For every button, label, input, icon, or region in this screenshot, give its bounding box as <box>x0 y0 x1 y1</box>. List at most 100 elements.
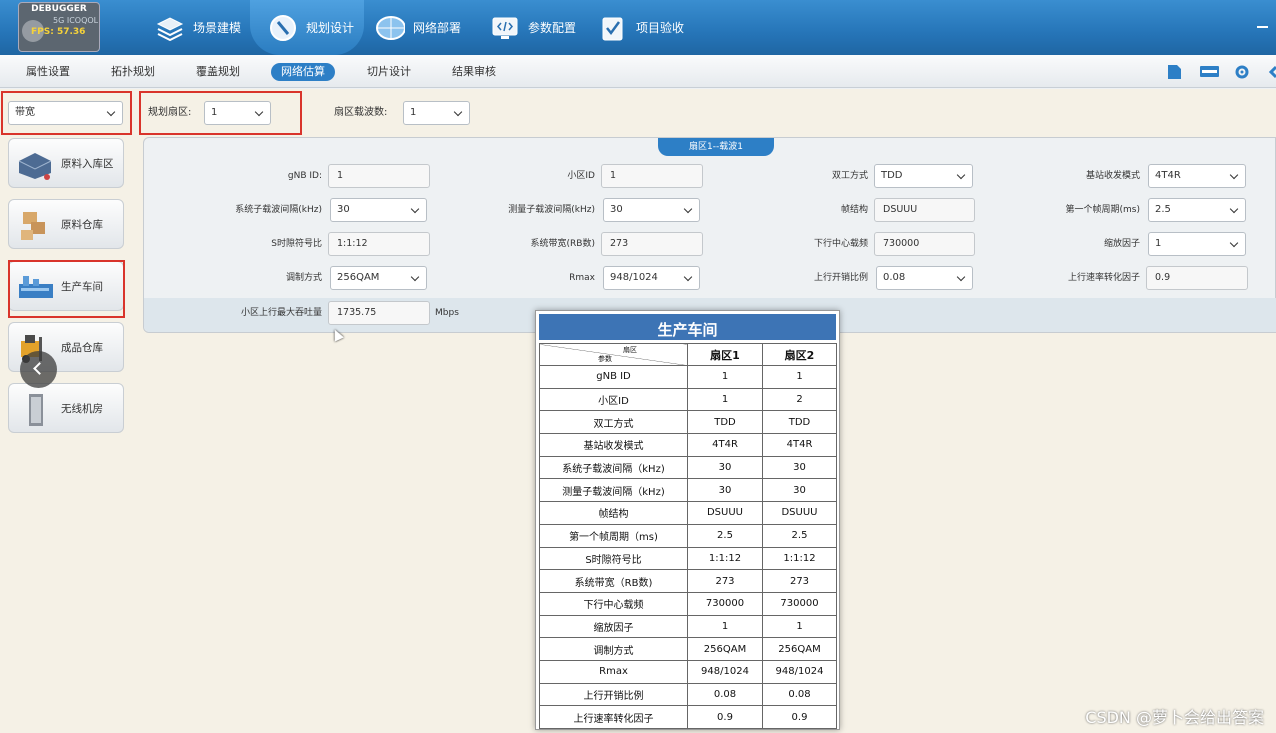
tab-label: 规划设计 <box>306 21 355 35</box>
ul-overhead-select[interactable]: 0.08 <box>876 266 973 290</box>
document-icon[interactable] <box>1166 65 1182 79</box>
param-value-cell: 30 <box>687 478 763 503</box>
highlight-box <box>8 260 125 318</box>
chevron-down-icon <box>1229 204 1239 214</box>
table-row: 第一个帧周期（ms) 2.5 2.5 <box>539 523 837 548</box>
param-value-cell: 730000 <box>762 591 837 616</box>
param-name-cell: 调制方式 <box>539 637 688 661</box>
tab-param-config[interactable]: 参数配置 <box>490 0 576 55</box>
previous-button[interactable] <box>20 351 57 388</box>
ssym-label: S时隙符号比 <box>271 239 322 249</box>
dl-freq-field[interactable]: 730000 <box>874 232 975 256</box>
modulation-select[interactable]: 256QAM <box>330 266 427 290</box>
chevron-down-icon <box>956 170 966 180</box>
chevron-down-icon <box>683 272 693 282</box>
param-value-cell: 1 <box>762 614 837 639</box>
subtab-coverage[interactable]: 覆盖规划 <box>196 63 240 81</box>
param-value-cell: 4T4R <box>762 433 837 457</box>
tab-label: 项目验收 <box>636 21 685 35</box>
carrier-value: 1 <box>410 107 417 118</box>
scale-select[interactable]: 1 <box>1148 232 1246 256</box>
cell-id-field[interactable]: 1 <box>601 164 703 188</box>
scs-select[interactable]: 30 <box>330 198 427 222</box>
column-header: 扇区2 <box>762 343 837 366</box>
gnb-id-field[interactable]: 1 <box>328 164 430 188</box>
param-value-cell: 948/1024 <box>762 659 837 684</box>
table-row: 系统子载波间隔（kHz) 30 30 <box>539 455 837 480</box>
duplex-select[interactable]: TDD <box>874 164 973 188</box>
menu-icon[interactable] <box>1257 26 1268 28</box>
bandwidth-rb-field[interactable]: 273 <box>601 232 703 256</box>
frame-field[interactable]: DSUUU <box>874 198 975 222</box>
subtab-topology[interactable]: 拓扑规划 <box>111 63 155 81</box>
globe-icon <box>375 14 405 42</box>
tab-scene-modeling[interactable]: 场景建模 <box>155 0 241 55</box>
scale-label: 缩放因子 <box>1103 239 1140 249</box>
chevron-down-icon <box>956 272 966 282</box>
mscs-select[interactable]: 30 <box>603 198 700 222</box>
table-row: 测量子载波间隔（kHz) 30 30 <box>539 478 837 503</box>
rmax-select[interactable]: 948/1024 <box>603 266 700 290</box>
param-value-cell: TDD <box>687 410 763 435</box>
param-name-cell: 缩放因子 <box>539 614 688 639</box>
check-icon <box>598 14 628 42</box>
param-value-cell: 273 <box>687 569 763 593</box>
sidebar-item-label: 原料入库区 <box>61 158 114 170</box>
ul-max-throughput-label: 小区上行最大吞吐量 <box>240 308 322 318</box>
server-icon <box>29 394 43 426</box>
param-value-cell: 1 <box>687 365 763 389</box>
param-value-cell: 1 <box>687 387 763 412</box>
param-name-cell: Rmax <box>539 659 688 684</box>
ul-conversion-label: 上行速率转化因子 <box>1067 273 1140 283</box>
param-value-cell: 4T4R <box>687 433 763 457</box>
param-value-cell: 1:1:12 <box>762 546 837 571</box>
period-select[interactable]: 2.5 <box>1148 198 1246 222</box>
subtab-slice-design[interactable]: 切片设计 <box>367 63 411 81</box>
ul-conversion-field[interactable]: 0.9 <box>1146 266 1248 290</box>
fps-readout: FPS: 57.36 <box>31 27 86 37</box>
subtab-properties[interactable]: 属性设置 <box>26 63 70 81</box>
scs-label: 系统子载波间隔(kHz) <box>235 205 322 215</box>
debugger-title: DEBUGGER <box>31 4 87 14</box>
sidebar-item-raw-intake[interactable]: 原料入库区 <box>8 138 124 188</box>
subtab-result-review[interactable]: 结果审核 <box>452 63 496 81</box>
unit-label: Mbps <box>435 308 459 318</box>
table-row: 上行速率转化因子 0.9 0.9 <box>539 705 837 729</box>
sidebar-item-wireless-room[interactable]: 无线机房 <box>8 383 124 433</box>
table-corner-cell: 扇区 参数 <box>539 343 688 366</box>
carrier-select[interactable]: 1 <box>403 101 470 125</box>
dl-freq-label: 下行中心载频 <box>813 239 868 249</box>
param-name-cell: 系统带宽（RB数) <box>539 569 688 593</box>
corner-top-label: 扇区 <box>623 346 637 354</box>
sidebar-item-raw-warehouse[interactable]: 原料仓库 <box>8 199 124 249</box>
param-value-cell: 0.08 <box>762 682 837 707</box>
mscs-label: 测量子载波间隔(kHz) <box>508 205 595 215</box>
table-row: 小区ID 1 2 <box>539 387 837 412</box>
param-name-cell: 上行速率转化因子 <box>539 705 688 729</box>
sub-navigation-bar: 属性设置 拓扑规划 覆盖规划 网络估算 切片设计 结果审核 <box>0 55 1276 88</box>
tab-project-acceptance[interactable]: 项目验收 <box>598 0 684 55</box>
chevron-left-icon <box>33 362 46 375</box>
param-value-cell: DSUUU <box>762 501 837 525</box>
scale-value: 1 <box>1155 238 1162 249</box>
bandwidth-rb-label: 系统带宽(RB数) <box>530 239 595 249</box>
duplex-value: TDD <box>881 170 903 181</box>
panel-header: 扇区1--载波1 <box>658 138 774 156</box>
trx-mode-select[interactable]: 4T4R <box>1148 164 1246 188</box>
screen-icon[interactable] <box>1200 65 1219 79</box>
ul-max-throughput-field: 1735.75 <box>328 301 430 325</box>
table-row: gNB ID 1 1 <box>539 365 837 389</box>
table-title: 生产车间 <box>536 311 839 343</box>
gear-icon[interactable] <box>1234 65 1250 79</box>
tab-network-deploy[interactable]: 网络部署 <box>375 0 461 55</box>
modulation-value: 256QAM <box>337 272 380 283</box>
param-value-cell: 2 <box>762 387 837 412</box>
param-value-cell: 256QAM <box>687 637 763 661</box>
table-row: 缩放因子 1 1 <box>539 614 837 639</box>
corner-bottom-label: 参数 <box>598 355 612 363</box>
ssym-field[interactable]: 1:1:12 <box>328 232 430 256</box>
subtab-network-estimation[interactable]: 网络估算 <box>271 63 335 81</box>
arrow-icon[interactable] <box>1268 65 1276 79</box>
tab-planning-design[interactable]: 规划设计 <box>250 0 364 55</box>
param-name-cell: 基站收发模式 <box>539 433 688 457</box>
